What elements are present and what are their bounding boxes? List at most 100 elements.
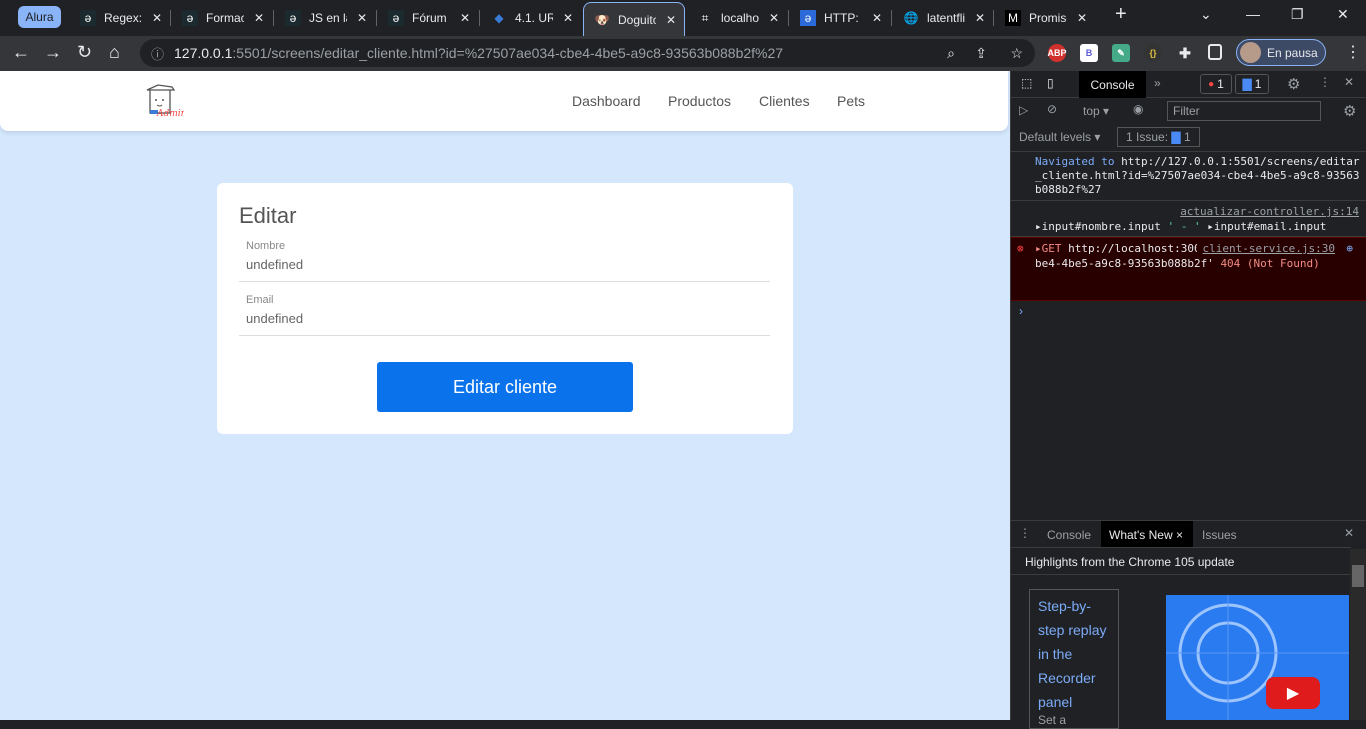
log-navigated: Navigated to http://127.0.0.1:5501/scree…	[1011, 153, 1366, 201]
extensions-puzzle-icon[interactable]: ✚	[1176, 44, 1194, 62]
tab-separator	[788, 10, 789, 26]
tab-group-alura[interactable]: Alura	[18, 6, 61, 28]
clear-console-icon[interactable]: ⊘	[1047, 102, 1057, 116]
log-levels-dropdown[interactable]: Default levels ▾	[1019, 130, 1100, 144]
close-tab-icon[interactable]: ✕	[254, 11, 264, 25]
close-tab-icon[interactable]: ✕	[975, 11, 985, 25]
scrollbar-thumb[interactable]	[1352, 565, 1364, 587]
browser-tab[interactable]: ə JS en la ✕	[275, 4, 373, 32]
close-tab-icon[interactable]: ✕	[152, 11, 162, 25]
nav-pets[interactable]: Pets	[837, 93, 865, 109]
editar-cliente-button[interactable]: Editar cliente	[377, 362, 633, 412]
close-tab-icon[interactable]: ✕	[769, 11, 779, 25]
network-request-icon[interactable]: ⊕	[1346, 241, 1353, 256]
browser-menu-icon[interactable]: ⋮	[1345, 42, 1361, 62]
drawer-tab-whats-new[interactable]: What's New ×	[1101, 521, 1193, 547]
svg-text:Admin: Admin	[156, 109, 184, 119]
devtools-menu-icon[interactable]: ⋮	[1319, 75, 1331, 89]
message-count-badge[interactable]: ▇ 1	[1235, 74, 1269, 94]
expand-icon[interactable]: ▸	[1035, 220, 1042, 233]
close-tab-icon[interactable]: ×	[1176, 528, 1183, 542]
url-host: 127.0.0.1	[174, 45, 233, 61]
browser-tab[interactable]: ⌗ localho ✕	[687, 4, 785, 32]
close-tab-icon[interactable]: ✕	[666, 13, 676, 27]
minimize-button[interactable]: —	[1246, 6, 1260, 22]
close-tab-icon[interactable]: ✕	[357, 11, 367, 25]
nombre-label: Nombre	[246, 240, 286, 252]
json-extension-icon[interactable]: {}	[1144, 44, 1162, 62]
browser-tab[interactable]: ə Formac ✕	[172, 4, 270, 32]
tab-search-icon[interactable]: ⌄	[1200, 6, 1212, 23]
email-field[interactable]: Email undefined	[239, 290, 770, 336]
browser-tab[interactable]: 🐶 Doguito ✕	[583, 2, 685, 36]
video-thumbnail[interactable]: ▶	[1166, 595, 1349, 720]
nav-clientes[interactable]: Clientes	[759, 93, 810, 109]
issues-button[interactable]: 1 Issue: ▇ 1	[1117, 127, 1200, 147]
inspect-element-icon[interactable]: ⬚	[1021, 76, 1032, 90]
nombre-value[interactable]: undefined	[246, 257, 303, 272]
youtube-play-icon[interactable]: ▶	[1266, 677, 1320, 709]
tab-title: HTTP: D	[824, 11, 862, 25]
expand-icon[interactable]: ▸	[1207, 220, 1214, 233]
browser-tab[interactable]: 🌐 latentfli ✕	[893, 4, 991, 32]
close-tab-icon[interactable]: ✕	[872, 11, 882, 25]
restore-button[interactable]: ❐	[1291, 6, 1304, 23]
close-tab-icon[interactable]: ✕	[1077, 11, 1087, 25]
device-toolbar-icon[interactable]: ▯	[1047, 76, 1054, 90]
error-icon: ●	[1208, 78, 1215, 90]
console-settings-icon[interactable]: ⚙	[1343, 102, 1356, 120]
console-prompt[interactable]: ›	[1019, 304, 1023, 318]
drawer-tab-console[interactable]: Console	[1047, 528, 1091, 542]
back-icon[interactable]: ←	[12, 42, 30, 63]
source-link[interactable]: actualizar-controller.js:14	[1035, 204, 1359, 219]
whats-new-heading: Highlights from the Chrome 105 update	[1011, 547, 1351, 575]
context-selector[interactable]: top ▾	[1083, 104, 1109, 118]
drawer-menu-icon[interactable]: ⋮	[1019, 526, 1031, 540]
close-devtools-icon[interactable]: ✕	[1344, 75, 1354, 89]
adblock-icon[interactable]: ABP	[1048, 44, 1067, 62]
filter-input[interactable]: Filter	[1167, 101, 1321, 121]
reload-icon[interactable]: ↻	[77, 42, 92, 63]
sidebar-toggle-icon[interactable]: ▷	[1019, 103, 1028, 117]
bookmark-star-icon[interactable]: ☆	[1010, 45, 1023, 62]
nav-dashboard[interactable]: Dashboard	[572, 93, 641, 109]
close-tab-icon[interactable]: ✕	[563, 11, 573, 25]
profile-button[interactable]: En pausa	[1236, 39, 1326, 66]
more-tabs-icon[interactable]: »	[1154, 76, 1161, 90]
log-elements: actualizar-controller.js:14 ▸input#nombr…	[1011, 201, 1366, 237]
tab-console[interactable]: Console	[1079, 71, 1146, 98]
source-link[interactable]: client-service.js:30	[1196, 241, 1335, 256]
element-ref[interactable]: input#email.input	[1214, 220, 1327, 233]
whats-new-link-card[interactable]: Step-by-step replay in the Recorder pane…	[1029, 589, 1119, 729]
settings-gear-icon[interactable]: ⚙	[1287, 75, 1300, 93]
browser-tab[interactable]: ə Regex: U ✕	[70, 4, 168, 32]
message-count: 1	[1254, 77, 1262, 91]
zoom-icon[interactable]: ⌕	[947, 45, 955, 62]
new-tab-button[interactable]: +	[1115, 3, 1127, 26]
error-count-badge[interactable]: ● 1	[1200, 74, 1232, 94]
share-icon[interactable]: ⇪	[975, 45, 987, 62]
recorder-link[interactable]: Step-by-step replay in the Recorder pane…	[1038, 598, 1106, 710]
live-expression-eye-icon[interactable]: ◉	[1133, 102, 1143, 116]
doguito-admin-logo[interactable]: Admin	[144, 83, 184, 119]
nav-productos[interactable]: Productos	[668, 93, 731, 109]
browser-tab[interactable]: ə HTTP: D ✕	[790, 4, 888, 32]
side-panel-icon[interactable]	[1208, 44, 1222, 60]
close-tab-icon[interactable]: ✕	[460, 11, 470, 25]
console-toolbar: ▷ ⊘ top ▾ ◉ Filter ⚙ Default levels ▾ 1 …	[1011, 98, 1366, 152]
extension-b-icon[interactable]: B	[1080, 44, 1098, 62]
extension-pen-icon[interactable]: ✎	[1112, 44, 1130, 62]
close-window-button[interactable]: ✕	[1337, 6, 1349, 23]
drawer-tab-issues[interactable]: Issues	[1202, 528, 1237, 542]
nombre-field[interactable]: Nombre undefined	[239, 236, 770, 282]
drawer-scrollbar[interactable]	[1350, 549, 1366, 720]
browser-tab[interactable]: ə Fórum d ✕	[378, 4, 476, 32]
element-ref[interactable]: input#nombre.input	[1042, 220, 1161, 233]
email-value[interactable]: undefined	[246, 311, 303, 326]
forward-icon[interactable]: →	[44, 42, 62, 63]
close-drawer-icon[interactable]: ✕	[1344, 526, 1354, 540]
browser-tab[interactable]: M Promise ✕	[995, 4, 1093, 32]
address-bar[interactable]: ⓘ 127.0.0.1:5501/screens/editar_cliente.…	[140, 39, 1035, 67]
home-icon[interactable]: ⌂	[109, 42, 120, 63]
browser-tab[interactable]: ◆ 4.1. URI ✕	[481, 4, 579, 32]
